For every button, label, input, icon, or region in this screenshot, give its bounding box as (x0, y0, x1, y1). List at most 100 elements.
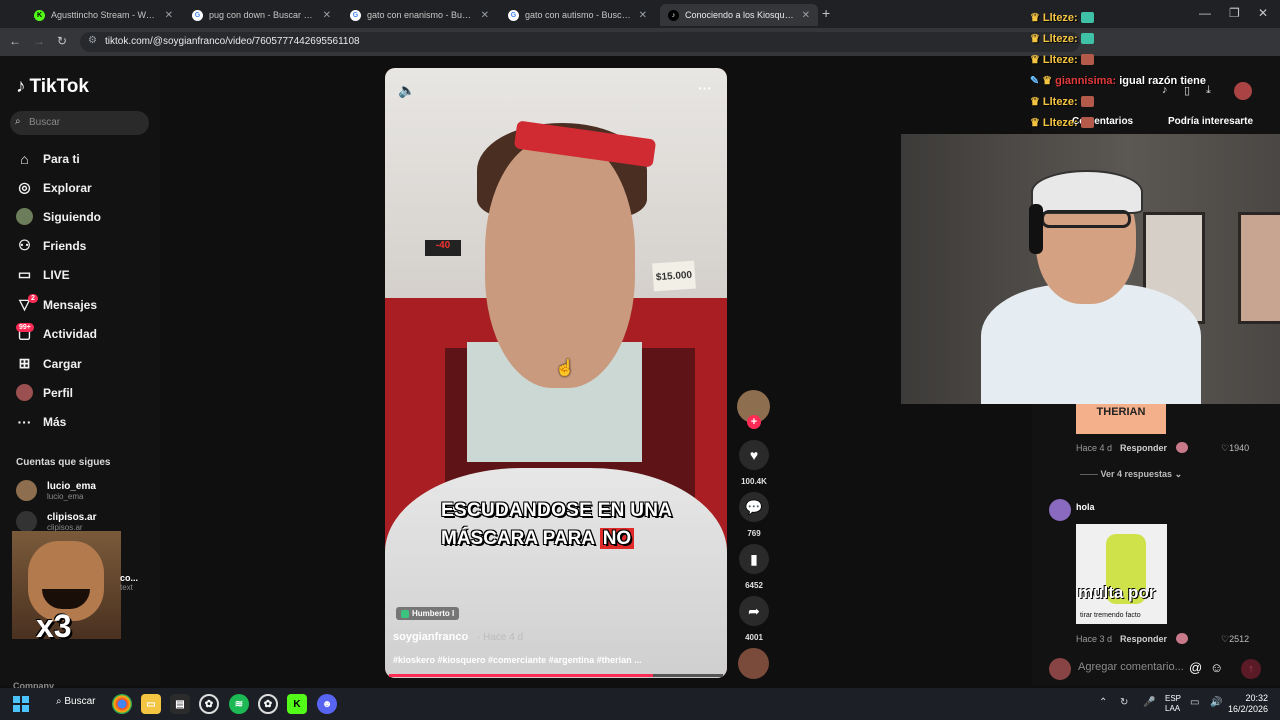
comment-image-caption: multa por (1078, 583, 1156, 602)
url-field[interactable]: ⚙ tiktok.com/@soygianfranco/video/760577… (80, 32, 1080, 52)
more-options-icon[interactable]: ··· (698, 80, 712, 96)
music-tag[interactable]: Humberto l (396, 607, 460, 620)
video-hashtags[interactable]: #kioskero #kiosquero #comerciante #argen… (393, 655, 642, 665)
nav-explore[interactable]: ◎ Explorar (16, 179, 91, 196)
crown-icon: ♛ (1030, 33, 1040, 45)
google-icon: G (350, 9, 361, 21)
view-replies-button[interactable]: —— Ver 4 respuestas ⌄ (1080, 469, 1182, 480)
comment-like[interactable]: ♡1940 (1221, 443, 1249, 454)
emoji-icon[interactable]: ☺ (1210, 660, 1223, 675)
clock-date[interactable]: 16/2/2026 (1219, 704, 1268, 714)
nav-for-you[interactable]: ⌂ Para ti (16, 150, 79, 167)
video-caption-line2: MÁSCARA PARA NO (441, 528, 635, 550)
browser-tab-0[interactable]: K Agusttincho Stream - Watch Li ✕ (26, 4, 181, 26)
comment-icon: 💬 (745, 498, 763, 515)
chat-emote (1080, 96, 1094, 107)
file-explorer-icon[interactable]: ▭ (141, 694, 161, 714)
windows-start-icon[interactable] (13, 696, 29, 712)
openai-icon[interactable]: ✿ (199, 694, 219, 714)
following-account[interactable]: lucio_ema lucio_ema (16, 480, 96, 501)
volume-icon[interactable]: 🔈 (398, 82, 415, 99)
comment-image[interactable] (1076, 524, 1167, 624)
compass-icon: ◎ (18, 179, 31, 195)
close-icon[interactable]: ✕ (323, 10, 331, 21)
app-icon[interactable]: ✿ (258, 694, 278, 714)
nav-live[interactable]: ▭ LIVE (16, 266, 70, 283)
forward-icon[interactable]: → (33, 34, 45, 48)
new-tab-button[interactable]: + (822, 5, 830, 21)
hand-cursor-icon: ☝ (555, 360, 575, 377)
nav-more[interactable]: ··· Más (16, 413, 67, 430)
chat-line: ♛ Llteze: (1030, 116, 1094, 129)
reply-button[interactable]: Responder (1120, 634, 1167, 644)
video-age: · Hace 4 d (477, 632, 524, 643)
keyboard-layout[interactable]: LAA (1165, 704, 1180, 713)
following-avatar-icon (16, 208, 33, 225)
avatar[interactable] (1049, 499, 1071, 521)
crown-icon: ♛ (1030, 12, 1040, 24)
keyboard-language[interactable]: ESP (1165, 694, 1181, 703)
close-icon[interactable]: ✕ (481, 10, 489, 21)
chat-line: ♛ Llteze: (1030, 32, 1094, 45)
video-author[interactable]: soygianfranco (393, 631, 468, 643)
search-input[interactable]: ⌕ Buscar (10, 111, 149, 135)
nav-upload[interactable]: ⊞ Cargar (16, 355, 82, 372)
close-icon[interactable]: ✕ (802, 10, 810, 21)
share-button[interactable]: ➦ (739, 596, 769, 626)
close-icon[interactable]: ✕ (639, 10, 647, 21)
account-name-partial: co... (120, 573, 139, 583)
chrome-icon[interactable] (112, 694, 132, 714)
kick-icon[interactable]: K (287, 694, 307, 714)
download-icon[interactable]: ⤓ (1206, 84, 1211, 97)
monitor-icon[interactable]: ▭ (1190, 697, 1199, 708)
send-button[interactable]: ↑ (1241, 659, 1261, 679)
streamer-webcam (901, 134, 1280, 404)
sound-disc[interactable] (738, 648, 769, 679)
comment-image-subcaption: tirar tremendo facto (1080, 612, 1141, 619)
tiktok-icon: ♪ (668, 9, 679, 21)
account-avatar[interactable] (1234, 82, 1252, 100)
avatar (1049, 658, 1071, 680)
spotify-icon[interactable]: ≋ (229, 694, 249, 714)
site-info-icon[interactable]: ⚙ (88, 35, 97, 46)
nav-profile[interactable]: Perfil (16, 384, 73, 401)
chat-line: ♛ Llteze: (1030, 53, 1094, 66)
close-icon[interactable]: ✕ (165, 10, 173, 21)
follow-plus-icon[interactable]: + (747, 415, 761, 429)
add-comment-input[interactable]: Agregar comentario... (1078, 658, 1188, 678)
browser-tab-3[interactable]: G gato con autismo - Buscar con ✕ (500, 4, 655, 26)
browser-tab-2[interactable]: G gato con enanismo - Buscar co ✕ (342, 4, 497, 26)
browser-tab-1[interactable]: G pug con down - Buscar con Go ✕ (184, 4, 339, 26)
tab-suggestions[interactable]: Podría interesarte (1168, 116, 1253, 127)
browser-tab-4[interactable]: ♪ Conociendo a los Kiosqueros d ✕ (660, 4, 818, 26)
editor-icon[interactable]: ▤ (170, 694, 190, 714)
taskbar-search[interactable]: ⌕ Buscar (56, 696, 96, 707)
windows-taskbar (0, 688, 1280, 720)
mention-icon[interactable]: @ (1189, 660, 1202, 675)
back-icon[interactable]: ← (9, 34, 21, 48)
comment-count: 769 (747, 529, 761, 538)
reload-icon[interactable]: ↻ (57, 34, 67, 48)
clock-time[interactable]: 20:32 (1228, 693, 1268, 703)
maximize-icon[interactable]: ❐ (1229, 6, 1240, 20)
avatar (16, 480, 37, 501)
nav-friends[interactable]: ⚇ Friends (16, 237, 86, 254)
tray-app-icon[interactable]: ↻ (1120, 697, 1128, 708)
price-tag: $15.000 (652, 260, 696, 292)
heart-icon: ♡ (1221, 634, 1230, 644)
comment-image[interactable]: THERIAN (1076, 404, 1166, 434)
comment-like[interactable]: ♡2512 (1221, 634, 1249, 645)
microphone-icon[interactable]: 🎤 (1143, 697, 1155, 708)
minimize-icon[interactable]: — (1199, 6, 1211, 20)
chat-line: ✎ ♛ giannisima: igual razón tiene (1030, 74, 1207, 88)
tray-chevron-icon[interactable]: ⌃ (1099, 697, 1107, 708)
reply-button[interactable]: Responder (1120, 443, 1167, 453)
following-account[interactable]: clipisos.ar clipisos.ar (16, 511, 96, 532)
nav-following[interactable]: Siguiendo (16, 208, 101, 225)
discord-icon[interactable]: ☻ (317, 694, 337, 714)
save-button[interactable]: ▮ (739, 544, 769, 574)
like-button[interactable]: ♥ (739, 440, 769, 470)
close-window-icon[interactable]: ✕ (1258, 6, 1268, 20)
tiktok-logo[interactable]: ♪ TikTok (16, 76, 89, 98)
comment-button[interactable]: 💬 (739, 492, 769, 522)
